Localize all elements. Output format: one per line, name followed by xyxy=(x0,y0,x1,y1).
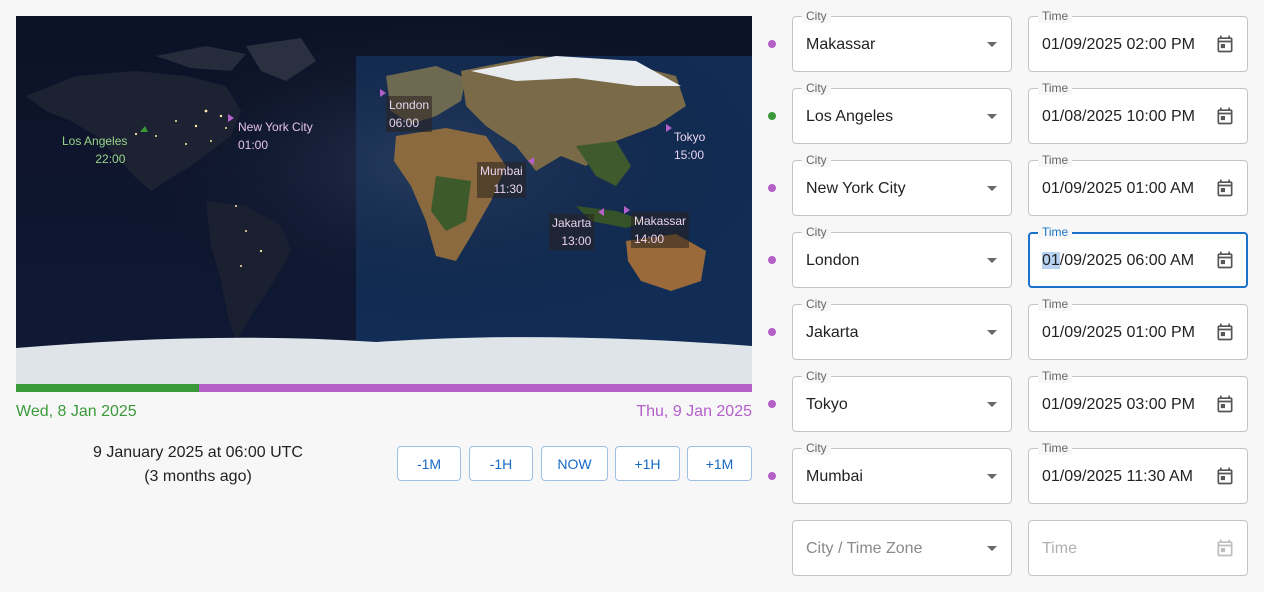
map-label-jakarta: Jakarta 13:00 xyxy=(549,214,595,250)
pin-mumbai xyxy=(528,157,534,165)
relative-time-text: (3 months ago) xyxy=(144,468,252,485)
world-map-graphic xyxy=(16,16,752,384)
new-time-input: Time xyxy=(1028,520,1248,576)
time-input[interactable]: Time 01/09/2025 03:00 PM xyxy=(1028,369,1248,432)
city-select[interactable]: City Mumbai xyxy=(792,441,1012,504)
row-dot xyxy=(768,256,776,264)
pin-los-angeles xyxy=(140,126,148,132)
utc-time-text: 9 January 2025 at 06:00 UTC xyxy=(93,444,303,461)
map-label-london: London 06:00 xyxy=(386,96,433,132)
map-label-los-angeles: Los Angeles 22:00 xyxy=(62,134,128,166)
minus-one-hour-button[interactable]: -1H xyxy=(469,446,533,481)
day-segment-current xyxy=(199,384,752,392)
pin-makassar xyxy=(624,206,630,214)
dropdown-arrow-icon[interactable] xyxy=(987,474,997,479)
time-input[interactable]: Time 01/09/2025 02:00 PM xyxy=(1028,9,1248,72)
row-dot xyxy=(768,400,776,408)
plus-one-hour-button[interactable]: +1H xyxy=(615,446,680,481)
dropdown-arrow-icon[interactable] xyxy=(987,42,997,47)
dropdown-arrow-icon[interactable] xyxy=(987,402,997,407)
pin-new-york xyxy=(228,114,234,122)
calendar-icon[interactable] xyxy=(1215,250,1235,270)
map-label-mumbai: Mumbai 11:30 xyxy=(477,162,526,198)
calendar-icon[interactable] xyxy=(1215,394,1235,414)
minus-one-minute-button[interactable]: -1M xyxy=(397,446,461,481)
row-dot xyxy=(768,112,776,120)
current-day-label: Thu, 9 Jan 2025 xyxy=(636,403,752,420)
time-input-focused[interactable]: Time 01/09/2025 06:00 AM xyxy=(1028,225,1248,288)
day-segment-previous xyxy=(16,384,199,392)
previous-day-label: Wed, 8 Jan 2025 xyxy=(16,403,137,420)
map-label-new-york: New York City 01:00 xyxy=(238,120,313,152)
calendar-icon xyxy=(1215,538,1235,558)
time-input[interactable]: Time 01/09/2025 11:30 AM xyxy=(1028,441,1248,504)
pin-jakarta xyxy=(598,208,604,216)
time-input[interactable]: Time 01/09/2025 01:00 AM xyxy=(1028,153,1248,216)
row-dot xyxy=(768,328,776,336)
dropdown-arrow-icon[interactable] xyxy=(987,258,997,263)
city-select[interactable]: City Makassar xyxy=(792,9,1012,72)
time-input[interactable]: Time 01/09/2025 01:00 PM xyxy=(1028,297,1248,360)
dropdown-arrow-icon[interactable] xyxy=(987,186,997,191)
dropdown-arrow-icon[interactable] xyxy=(987,330,997,335)
dropdown-arrow-icon[interactable] xyxy=(987,546,997,551)
utc-time-display: 9 January 2025 at 06:00 UTC (3 months ag… xyxy=(16,441,380,489)
pin-tokyo xyxy=(666,124,672,132)
calendar-icon[interactable] xyxy=(1215,466,1235,486)
map-label-tokyo: Tokyo 15:00 xyxy=(674,130,706,162)
selected-month-segment[interactable]: 01 xyxy=(1042,252,1060,269)
new-city-select[interactable]: City / Time Zone xyxy=(792,520,1012,576)
row-dot xyxy=(768,184,776,192)
map-label-makassar: Makassar 14:00 xyxy=(631,212,690,248)
dropdown-arrow-icon[interactable] xyxy=(987,114,997,119)
city-select[interactable]: City New York City xyxy=(792,153,1012,216)
day-timeline-bar xyxy=(16,384,752,392)
calendar-icon[interactable] xyxy=(1215,106,1235,126)
now-button[interactable]: NOW xyxy=(541,446,608,481)
time-input[interactable]: Time 01/08/2025 10:00 PM xyxy=(1028,81,1248,144)
city-select[interactable]: City Los Angeles xyxy=(792,81,1012,144)
row-dot xyxy=(768,40,776,48)
world-map[interactable]: Los Angeles 22:00 New York City 01:00 Lo… xyxy=(16,16,752,384)
calendar-icon[interactable] xyxy=(1215,322,1235,342)
row-dot xyxy=(768,472,776,480)
calendar-icon[interactable] xyxy=(1215,34,1235,54)
city-select[interactable]: City London xyxy=(792,225,1012,288)
calendar-icon[interactable] xyxy=(1215,178,1235,198)
city-select[interactable]: City Jakarta xyxy=(792,297,1012,360)
city-select[interactable]: City Tokyo xyxy=(792,369,1012,432)
plus-one-minute-button[interactable]: +1M xyxy=(687,446,752,481)
